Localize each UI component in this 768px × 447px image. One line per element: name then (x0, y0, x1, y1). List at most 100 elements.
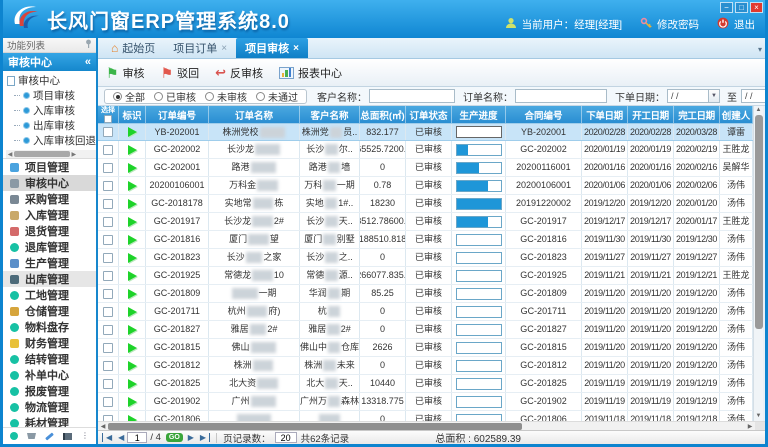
tree-horizontal-scrollbar[interactable]: ◀ ▶ (6, 150, 96, 158)
order-date-from-input[interactable]: / /▼ (667, 89, 720, 103)
row-select-cell[interactable] (98, 177, 119, 194)
row-select-cell[interactable] (98, 339, 119, 356)
table-row[interactable]: GC-201902广州██████广州万███森林13318.775已审核GC-… (98, 393, 753, 411)
sidebar-item[interactable]: 财务管理 (3, 335, 96, 351)
collapse-icon[interactable]: « (85, 56, 91, 68)
row-select-cell[interactable] (98, 411, 119, 421)
radio-icon[interactable] (113, 92, 122, 101)
column-header[interactable]: 订单名称 (209, 106, 300, 123)
column-header[interactable]: 订单状态 (406, 106, 452, 123)
checkbox-icon[interactable] (103, 397, 113, 407)
column-header[interactable]: 合同编号 (506, 106, 582, 123)
maximize-button[interactable]: □ (735, 2, 748, 13)
horizontal-scrollbar[interactable]: ◀ ▶ (98, 421, 765, 430)
sidebar-item[interactable]: 项目管理 (3, 159, 96, 175)
table-row[interactable]: 20200106001万科金█████万科███一期0.78已审核2020010… (98, 177, 753, 195)
minimize-button[interactable]: − (720, 2, 733, 13)
row-select-cell[interactable] (98, 285, 119, 302)
checkbox-icon[interactable] (103, 271, 113, 281)
close-tab-icon[interactable]: × (293, 43, 299, 54)
table-row[interactable]: GC-2018178实地常█████栋实地███1#..18230已审核2019… (98, 195, 753, 213)
sidebar-item[interactable]: 物料盘存 (3, 319, 96, 335)
next-page-button[interactable]: ▶ (185, 433, 197, 442)
tab-project-audit[interactable]: 项目审核 × (236, 38, 308, 58)
tree-item[interactable]: 入库审核 (6, 103, 96, 118)
checkbox-icon[interactable] (103, 235, 113, 245)
table-row[interactable]: GC-201816厦门█████望厦门███别墅188510.818已审核GC-… (98, 231, 753, 249)
scrollbar-thumb[interactable] (755, 115, 763, 329)
row-select-cell[interactable] (98, 321, 119, 338)
sidebar-item[interactable]: 工地管理 (3, 287, 96, 303)
order-date-to-input[interactable]: / /▼ (741, 89, 765, 103)
customer-name-input[interactable] (369, 89, 455, 103)
scrollbar-thumb[interactable] (108, 423, 522, 430)
table-row[interactable]: GC-201823长沙████之家长沙███之..0已审核GC-20182320… (98, 249, 753, 267)
checkbox-icon[interactable] (103, 307, 113, 317)
checkbox-icon[interactable] (103, 163, 113, 173)
sidebar-item[interactable]: 补单中心 (3, 367, 96, 383)
tab-overflow-icon[interactable]: ▾ (758, 45, 762, 54)
section-header[interactable]: 审核中心 « (3, 53, 96, 71)
order-name-input[interactable] (515, 89, 607, 103)
sidebar-item[interactable]: 入库管理 (3, 207, 96, 223)
tree-item[interactable]: 入库审核回退 (6, 133, 96, 148)
checkbox-icon[interactable] (103, 361, 113, 371)
row-select-cell[interactable] (98, 213, 119, 230)
radio-icon[interactable] (154, 92, 163, 101)
column-header[interactable]: 标识 (119, 106, 146, 123)
scroll-left-icon[interactable]: ◀ (98, 423, 108, 430)
sidebar-item[interactable]: 出库管理 (3, 271, 96, 287)
checkbox-icon[interactable] (103, 127, 113, 137)
column-header[interactable]: 创建人 (720, 106, 753, 123)
sidebar-item[interactable]: 仓储管理 (3, 303, 96, 319)
unaudit-button[interactable]: ↩ 反审核 (215, 65, 263, 81)
scroll-right-icon[interactable]: ▶ (745, 423, 755, 430)
table-row[interactable]: GC-201825北大资█████北大███天..10440已审核GC-2018… (98, 375, 753, 393)
table-row[interactable]: GC-201809██████一期华润███期85.25已审核GC-201809… (98, 285, 753, 303)
radio-unaudited[interactable]: 未审核 (205, 89, 247, 104)
table-row[interactable]: GC-201711杭州█████府)杭███0已审核GC-2017112019/… (98, 303, 753, 321)
select-all-checkbox[interactable] (104, 115, 112, 123)
tree-root[interactable]: 审核中心 (6, 73, 96, 88)
pencil-icon[interactable] (45, 432, 54, 440)
checkbox-icon[interactable] (103, 253, 113, 263)
sidebar-item[interactable]: 结转管理 (3, 351, 96, 367)
checkbox-icon[interactable] (103, 145, 113, 155)
sidebar-item[interactable]: 退库管理 (3, 239, 96, 255)
radio-all[interactable]: 全部 (113, 89, 145, 104)
column-header[interactable]: 完工日期 (674, 106, 720, 123)
table-row[interactable]: YB-202001株洲党校██████株洲党███员..832.177已审核YB… (98, 123, 753, 141)
sidebar-item[interactable]: 生产管理 (3, 255, 96, 271)
column-header[interactable]: 开工日期 (628, 106, 674, 123)
table-row[interactable]: GC-201812株洲█████株洲███未来0已审核GC-2018122019… (98, 357, 753, 375)
checkbox-icon[interactable] (103, 343, 113, 353)
column-header[interactable]: 总面积(㎡) (360, 106, 406, 123)
sidebar-item[interactable]: 采购管理 (3, 191, 96, 207)
pin-icon[interactable] (85, 39, 92, 51)
sidebar-item[interactable]: 退货管理 (3, 223, 96, 239)
column-header[interactable]: 订单编号 (146, 106, 209, 123)
tree-item[interactable]: 出库审核 (6, 118, 96, 133)
reject-button[interactable]: ⚑ 驳回 (161, 65, 200, 81)
sidebar-item[interactable]: 耗材管理 (3, 415, 96, 427)
row-select-cell[interactable] (98, 393, 119, 410)
sidebar-item[interactable]: 报废管理 (3, 383, 96, 399)
sidebar-item[interactable]: 审核中心 (3, 175, 96, 191)
table-row[interactable]: GC-201925常德龙█████10常德███源..266077.835..已… (98, 267, 753, 285)
more-options-icon[interactable]: ⋮ (81, 432, 89, 440)
row-select-cell[interactable] (98, 357, 119, 374)
logout-link[interactable]: 退出 (734, 17, 755, 32)
checkbox-icon[interactable] (103, 199, 113, 209)
audit-button[interactable]: ⚑ 审核 (106, 65, 145, 81)
scroll-right-icon[interactable]: ▶ (70, 151, 78, 158)
cart-icon[interactable] (27, 433, 36, 439)
prev-page-button[interactable]: ◀ (115, 433, 127, 442)
scroll-down-icon[interactable]: ▼ (756, 412, 762, 421)
row-select-cell[interactable] (98, 231, 119, 248)
column-header[interactable]: 生产进度 (452, 106, 506, 123)
row-select-cell[interactable] (98, 375, 119, 392)
row-select-cell[interactable] (98, 159, 119, 176)
table-row[interactable]: GC-201917长沙龙█████2#长沙███天..8512.78600..已… (98, 213, 753, 231)
row-select-cell[interactable] (98, 267, 119, 284)
checkbox-icon[interactable] (103, 217, 113, 227)
